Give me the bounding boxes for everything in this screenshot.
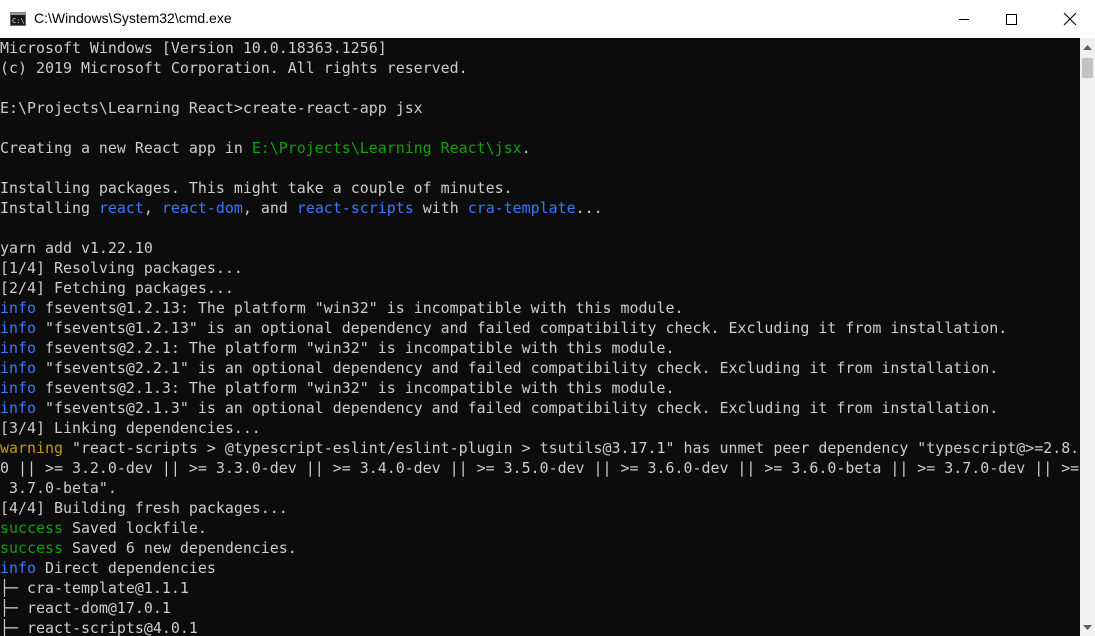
console-text-segment: [4/4] Building fresh packages... xyxy=(0,499,288,517)
console-line: Installing react, react-dom, and react-s… xyxy=(0,198,603,218)
console-text-segment: cra-template xyxy=(467,199,576,217)
scroll-down-button[interactable] xyxy=(1080,619,1095,636)
console-line: ├─ react-dom@17.0.1 xyxy=(0,598,171,618)
console-text-segment: [2/4] Fetching packages... xyxy=(0,279,234,297)
console-line: 3.7.0-beta". xyxy=(0,478,117,498)
console-text-segment: ... xyxy=(575,199,603,217)
console-text-segment: info xyxy=(0,399,36,417)
console-text-segment: success xyxy=(0,519,63,537)
console-line: E:\Projects\Learning React>create-react-… xyxy=(0,98,423,118)
console-text-segment: , and xyxy=(242,199,297,217)
console-text-segment: [1/4] Resolving packages... xyxy=(0,259,243,277)
console-line: [2/4] Fetching packages... xyxy=(0,278,234,298)
minimize-button[interactable] xyxy=(941,0,987,38)
console-text-segment: (c) 2019 Microsoft Corporation. All righ… xyxy=(0,59,468,77)
window-title: C:\Windows\System32\cmd.exe xyxy=(34,10,232,26)
console-text-segment: 3.7.0-beta". xyxy=(0,479,117,497)
console-line: info "fsevents@1.2.13" is an optional de… xyxy=(0,318,1007,338)
console-text-segment: fsevents@1.2.13: The platform "win32" is… xyxy=(35,299,684,317)
console-text-segment: Saved lockfile. xyxy=(62,519,207,537)
console-text-segment: info xyxy=(0,559,36,577)
console-line: info fsevents@2.2.1: The platform "win32… xyxy=(0,338,675,358)
console-text-segment: ├─ react-dom@17.0.1 xyxy=(0,599,171,617)
console-text-segment: . xyxy=(521,139,531,157)
console-line: success Saved 6 new dependencies. xyxy=(0,538,297,558)
console-text-segment: Direct dependencies xyxy=(35,559,216,577)
title-bar[interactable]: C:\ C:\Windows\System32\cmd.exe xyxy=(0,0,1095,38)
console-text-segment: 0 || >= 3.2.0-dev || >= 3.3.0-dev || >= … xyxy=(0,459,1080,477)
console-line: yarn add v1.22.10 xyxy=(0,238,153,258)
console-text-segment: with xyxy=(413,199,468,217)
arrow-down-icon xyxy=(1083,624,1092,630)
maximize-icon xyxy=(1006,14,1017,25)
console-text-segment: Saved 6 new dependencies. xyxy=(62,539,297,557)
console-line: ├─ cra-template@1.1.1 xyxy=(0,578,189,598)
console-line: info "fsevents@2.2.1" is an optional dep… xyxy=(0,358,998,378)
console-text-segment: fsevents@2.2.1: The platform "win32" is … xyxy=(35,339,675,357)
maximize-button[interactable] xyxy=(988,0,1034,38)
console-line: info fsevents@2.1.3: The platform "win32… xyxy=(0,378,675,398)
scroll-up-button[interactable] xyxy=(1080,38,1095,55)
console-line: Creating a new React app in E:\Projects\… xyxy=(0,138,531,158)
console-text-segment: yarn add v1.22.10 xyxy=(0,239,153,257)
console-line: 0 || >= 3.2.0-dev || >= 3.3.0-dev || >= … xyxy=(0,458,1079,478)
console-text-segment: "fsevents@2.2.1" is an optional dependen… xyxy=(35,359,999,377)
console-text-segment: ├─ react-scripts@4.0.1 xyxy=(0,619,198,636)
console-text-segment: info xyxy=(0,359,36,377)
console-line: info fsevents@1.2.13: The platform "win3… xyxy=(0,298,684,318)
console-line: info "fsevents@2.1.3" is an optional dep… xyxy=(0,398,998,418)
vertical-scrollbar[interactable] xyxy=(1080,38,1095,636)
console-output[interactable]: Microsoft Windows [Version 10.0.18363.12… xyxy=(0,38,1080,636)
console-text-segment: "fsevents@1.2.13" is an optional depende… xyxy=(35,319,1008,337)
console-text-segment: [3/4] Linking dependencies... xyxy=(0,419,261,437)
console-line: ├─ react-scripts@4.0.1 xyxy=(0,618,198,636)
console-line: Installing packages. This might take a c… xyxy=(0,178,513,198)
console-line: (c) 2019 Microsoft Corporation. All righ… xyxy=(0,58,468,78)
console-text-segment: Creating a new React app in xyxy=(0,139,252,157)
close-button[interactable] xyxy=(1047,0,1093,38)
console-line: Microsoft Windows [Version 10.0.18363.12… xyxy=(0,38,387,58)
console-text-segment: react-dom xyxy=(161,199,243,217)
svg-text:C:\: C:\ xyxy=(12,17,25,25)
console-text-segment: react xyxy=(98,199,144,217)
console-text-segment: info xyxy=(0,319,36,337)
console-text-segment: info xyxy=(0,339,36,357)
console-text-segment: success xyxy=(0,539,63,557)
console-text-segment: Microsoft Windows [Version 10.0.18363.12… xyxy=(0,39,387,57)
cmd-icon: C:\ xyxy=(10,12,26,26)
console-line: info Direct dependencies xyxy=(0,558,216,578)
scroll-thumb[interactable] xyxy=(1082,58,1093,78)
console-text-segment: E:\Projects\Learning React>create-react-… xyxy=(0,99,423,117)
console-line: [3/4] Linking dependencies... xyxy=(0,418,261,438)
close-icon xyxy=(1063,12,1077,26)
console-text-segment: E:\Projects\Learning React\jsx xyxy=(251,139,522,157)
console-text-segment: ├─ cra-template@1.1.1 xyxy=(0,579,189,597)
console-text-segment: info xyxy=(0,299,36,317)
console-text-segment: fsevents@2.1.3: The platform "win32" is … xyxy=(35,379,675,397)
console-line: [1/4] Resolving packages... xyxy=(0,258,243,278)
console-text-segment: Installing packages. This might take a c… xyxy=(0,179,513,197)
console-text-segment: info xyxy=(0,379,36,397)
console-text-segment: warning xyxy=(0,439,63,457)
minimize-icon xyxy=(959,19,969,20)
console-line: [4/4] Building fresh packages... xyxy=(0,498,288,518)
console-line: success Saved lockfile. xyxy=(0,518,207,538)
console-text-segment: , xyxy=(143,199,162,217)
console-line: warning "react-scripts > @typescript-esl… xyxy=(0,438,1079,458)
console-text-segment: "fsevents@2.1.3" is an optional dependen… xyxy=(35,399,999,417)
console-text-segment: react-scripts xyxy=(296,199,414,217)
arrow-up-icon xyxy=(1083,44,1092,50)
console-text-segment: Installing xyxy=(0,199,99,217)
console-text-segment: "react-scripts > @typescript-eslint/esli… xyxy=(62,439,1080,457)
